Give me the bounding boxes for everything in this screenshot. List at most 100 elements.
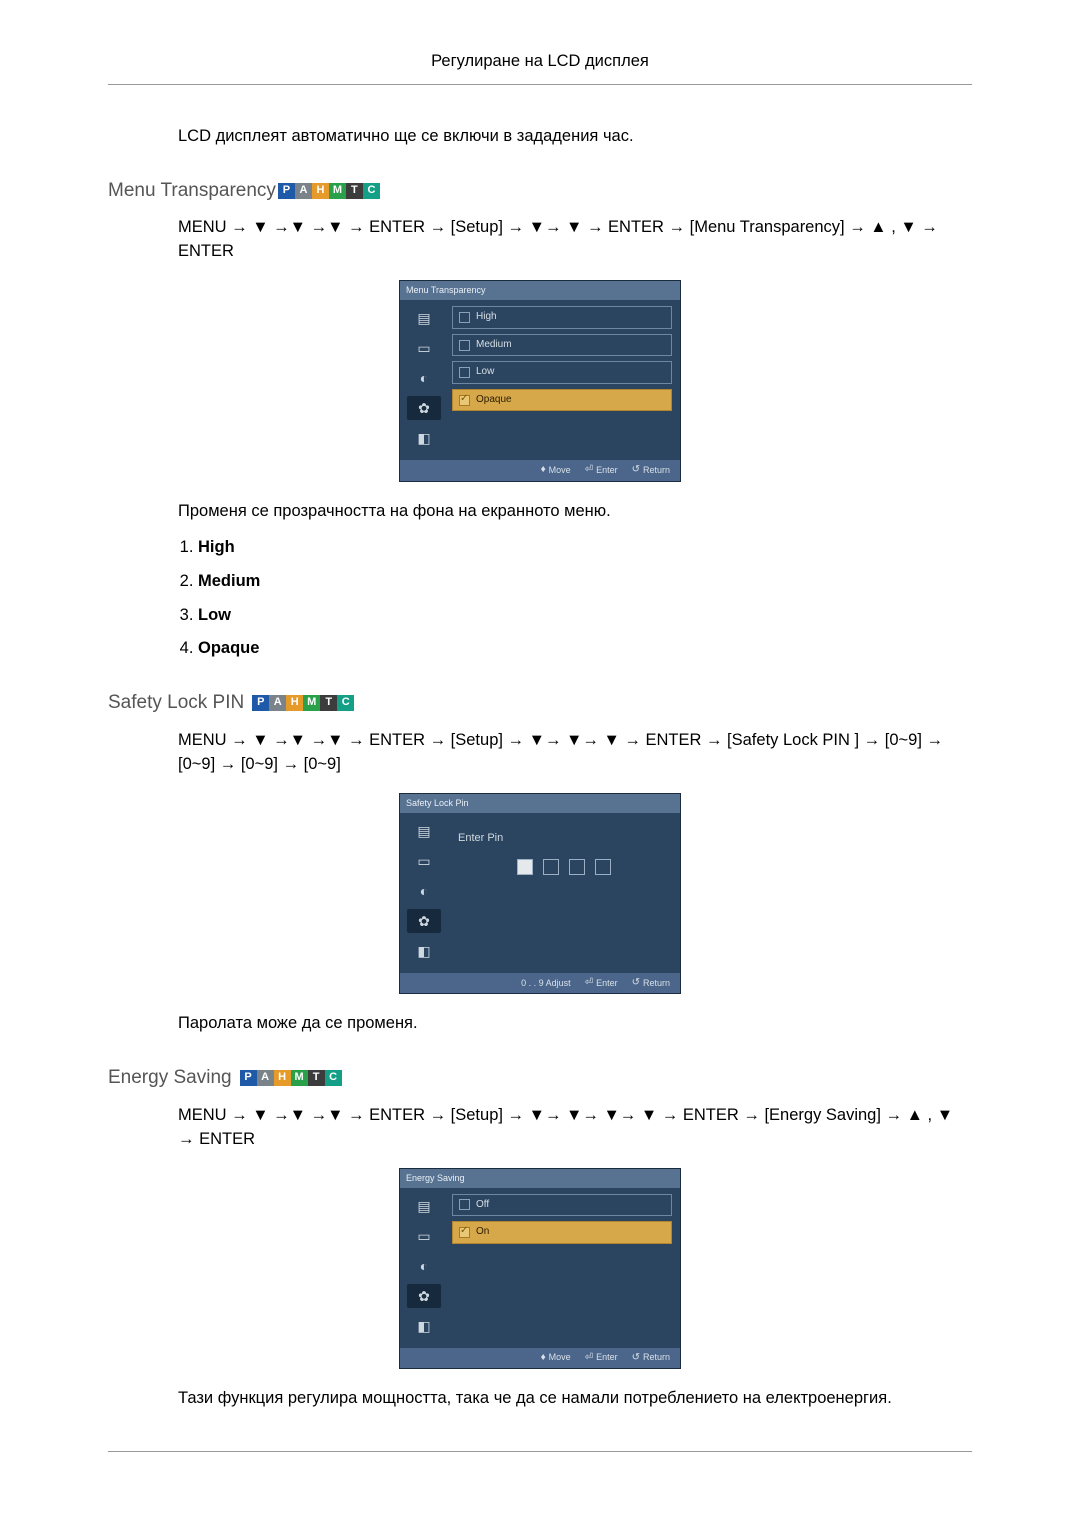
footer-label: Return [643,464,670,477]
option-list: High Medium Low Opaque [198,536,972,662]
osd-option: Medium [452,334,672,357]
section-heading-menu-transparency: Menu Transparency P A H M T C [108,177,972,205]
badge-p-icon: P [240,1070,257,1086]
checkbox-icon [459,367,470,378]
footer-label: Return [643,1351,670,1364]
input-icon: ▭ [407,336,441,360]
badge-c-icon: C [363,183,380,199]
footer-return: ↺Return [632,1351,670,1366]
multi-icon: ◧ [407,1314,441,1338]
footer-return: ↺Return [632,463,670,478]
footer-label: Enter [596,977,618,990]
mode-badges: P A H M T C [240,1070,342,1086]
section-description: Променя се прозрачността на фона на екра… [108,500,972,524]
badge-m-icon: M [329,183,346,199]
osd-sidebar: ▤ ▭ ◐ ✿ ◧ [400,813,448,973]
badge-m-icon: M [303,695,320,711]
footer-label: Enter [596,1351,618,1364]
footer-move: ♦Move [541,463,571,478]
osd-option-selected: On [452,1221,672,1244]
page-title: Регулиране на LCD дисплея [108,50,972,85]
badge-h-icon: H [286,695,303,711]
badge-p-icon: P [252,695,269,711]
option-label: High [476,310,497,325]
osd-option-selected: Opaque [452,389,672,412]
badge-p-icon: P [278,183,295,199]
osd-title: Energy Saving [400,1169,680,1188]
osd-option: Low [452,361,672,384]
sound-icon: ◐ [407,879,441,903]
enter-pin-label: Enter Pin [458,831,670,847]
option-label: Medium [476,338,512,353]
multi-icon: ◧ [407,939,441,963]
badge-h-icon: H [274,1070,291,1086]
osd-title: Safety Lock Pin [400,794,680,813]
osd-footer: ♦Move ⏎Enter ↺Return [400,460,680,481]
badge-a-icon: A [295,183,312,199]
setup-icon: ✿ [407,1284,441,1308]
return-icon: ↺ [632,463,640,478]
footer-label: Move [549,464,571,477]
badge-a-icon: A [269,695,286,711]
footer-enter: ⏎Enter [585,976,618,991]
badge-c-icon: C [337,695,354,711]
badge-m-icon: M [291,1070,308,1086]
pin-digit [569,859,585,875]
menu-path: MENU → ▼ →▼ →▼ → ENTER → [Setup] → ▼→ ▼ … [108,216,972,264]
osd-menu-transparency: Menu Transparency ▤ ▭ ◐ ✿ ◧ High Medium … [399,280,681,482]
page: Регулиране на LCD дисплея LCD дисплеят а… [0,0,1080,1527]
badge-a-icon: A [257,1070,274,1086]
osd-option: Off [452,1194,672,1217]
footer-enter: ⏎Enter [585,463,618,478]
footer-label: Enter [596,464,618,477]
mode-badges: P A H M T C [252,695,354,711]
pin-boxes [458,859,670,875]
badge-c-icon: C [325,1070,342,1086]
section-description: Паролата може да се променя. [108,1012,972,1036]
heading-text: Energy Saving [108,1064,232,1092]
checkbox-icon [459,1199,470,1210]
checkbox-icon [459,1227,470,1238]
list-item: Medium [198,570,972,594]
footer-adjust: 0 . . 9 Adjust [521,976,571,991]
intro-text: LCD дисплеят автоматично ще се включи в … [108,125,972,149]
badge-h-icon: H [312,183,329,199]
checkbox-icon [459,340,470,351]
list-item: High [198,536,972,560]
pin-digit [543,859,559,875]
footer-label: 0 . . 9 Adjust [521,977,571,990]
menu-path: MENU → ▼ →▼ →▼ → ENTER → [Setup] → ▼→ ▼→… [108,1104,972,1152]
osd-body: ▤ ▭ ◐ ✿ ◧ High Medium Low Opaque [400,300,680,460]
footer-move: ♦Move [541,1351,571,1366]
osd-options: High Medium Low Opaque [448,300,680,460]
return-icon: ↺ [632,1351,640,1366]
osd-body: ▤ ▭ ◐ ✿ ◧ Enter Pin [400,813,680,973]
menu-path: MENU → ▼ →▼ →▼ → ENTER → [Setup] → ▼→ ▼→… [108,729,972,777]
checkbox-icon [459,395,470,406]
osd-body: ▤ ▭ ◐ ✿ ◧ Off On [400,1188,680,1348]
setup-icon: ✿ [407,396,441,420]
mode-badges: P A H M T C [278,183,380,199]
input-icon: ▭ [407,849,441,873]
return-icon: ↺ [632,976,640,991]
badge-t-icon: T [320,695,337,711]
option-label: On [476,1225,489,1240]
list-item: Low [198,604,972,628]
enter-icon: ⏎ [585,463,593,478]
osd-footer: ♦Move ⏎Enter ↺Return [400,1348,680,1369]
picture-icon: ▤ [407,306,441,330]
footer-enter: ⏎Enter [585,1351,618,1366]
heading-text: Safety Lock PIN [108,689,244,717]
enter-icon: ⏎ [585,1351,593,1366]
heading-text: Menu Transparency [108,177,276,205]
sound-icon: ◐ [407,366,441,390]
pin-digit [595,859,611,875]
input-icon: ▭ [407,1224,441,1248]
osd-energy-saving: Energy Saving ▤ ▭ ◐ ✿ ◧ Off On ♦Move ⏎En… [399,1168,681,1370]
pin-digit [517,859,533,875]
osd-footer: 0 . . 9 Adjust ⏎Enter ↺Return [400,973,680,994]
osd-safety-lock: Safety Lock Pin ▤ ▭ ◐ ✿ ◧ Enter Pin 0 . [399,793,681,995]
osd-options: Off On [448,1188,680,1348]
updown-icon: ♦ [541,1351,546,1366]
updown-icon: ♦ [541,463,546,478]
